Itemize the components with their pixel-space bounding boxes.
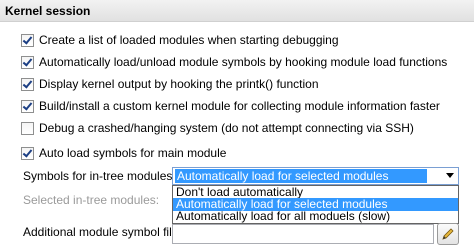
- checkbox[interactable]: [21, 147, 34, 160]
- option-label: Automatically load/unload module symbols…: [39, 55, 448, 69]
- selected-modules-label: Selected in-tree modules:: [23, 193, 160, 207]
- dropdown-option[interactable]: Automatically load for all moduels (slow…: [173, 210, 458, 223]
- browse-button[interactable]: [437, 223, 459, 245]
- symbols-label: Symbols for in-tree modules:: [23, 169, 176, 183]
- checkbox[interactable]: [21, 122, 34, 135]
- checkbox[interactable]: [21, 78, 34, 91]
- symbols-dropdown[interactable]: Automatically load for selected modules: [172, 167, 459, 185]
- chevron-down-icon[interactable]: [446, 173, 454, 178]
- section-title: Kernel session: [5, 4, 91, 18]
- symbols-dropdown-list: Don't load automatically Automatically l…: [172, 185, 459, 224]
- checkbox[interactable]: [21, 34, 34, 47]
- checkbox[interactable]: [21, 56, 34, 69]
- option-label: Auto load symbols for main module: [39, 146, 227, 160]
- option-label: Create a list of loaded modules when sta…: [39, 33, 339, 47]
- pencil-icon: [442, 228, 454, 240]
- option-label: Debug a crashed/hanging system (do not a…: [39, 121, 414, 135]
- symbols-selected-value: Automatically load for selected modules: [175, 169, 427, 183]
- additional-files-label: Additional module symbol files:: [23, 225, 188, 239]
- section-header: Kernel session: [0, 0, 474, 22]
- option-label: Build/install a custom kernel module for…: [39, 99, 440, 113]
- additional-files-input[interactable]: [172, 224, 434, 244]
- option-label: Display kernel output by hooking the pri…: [39, 77, 319, 91]
- checkbox[interactable]: [21, 100, 34, 113]
